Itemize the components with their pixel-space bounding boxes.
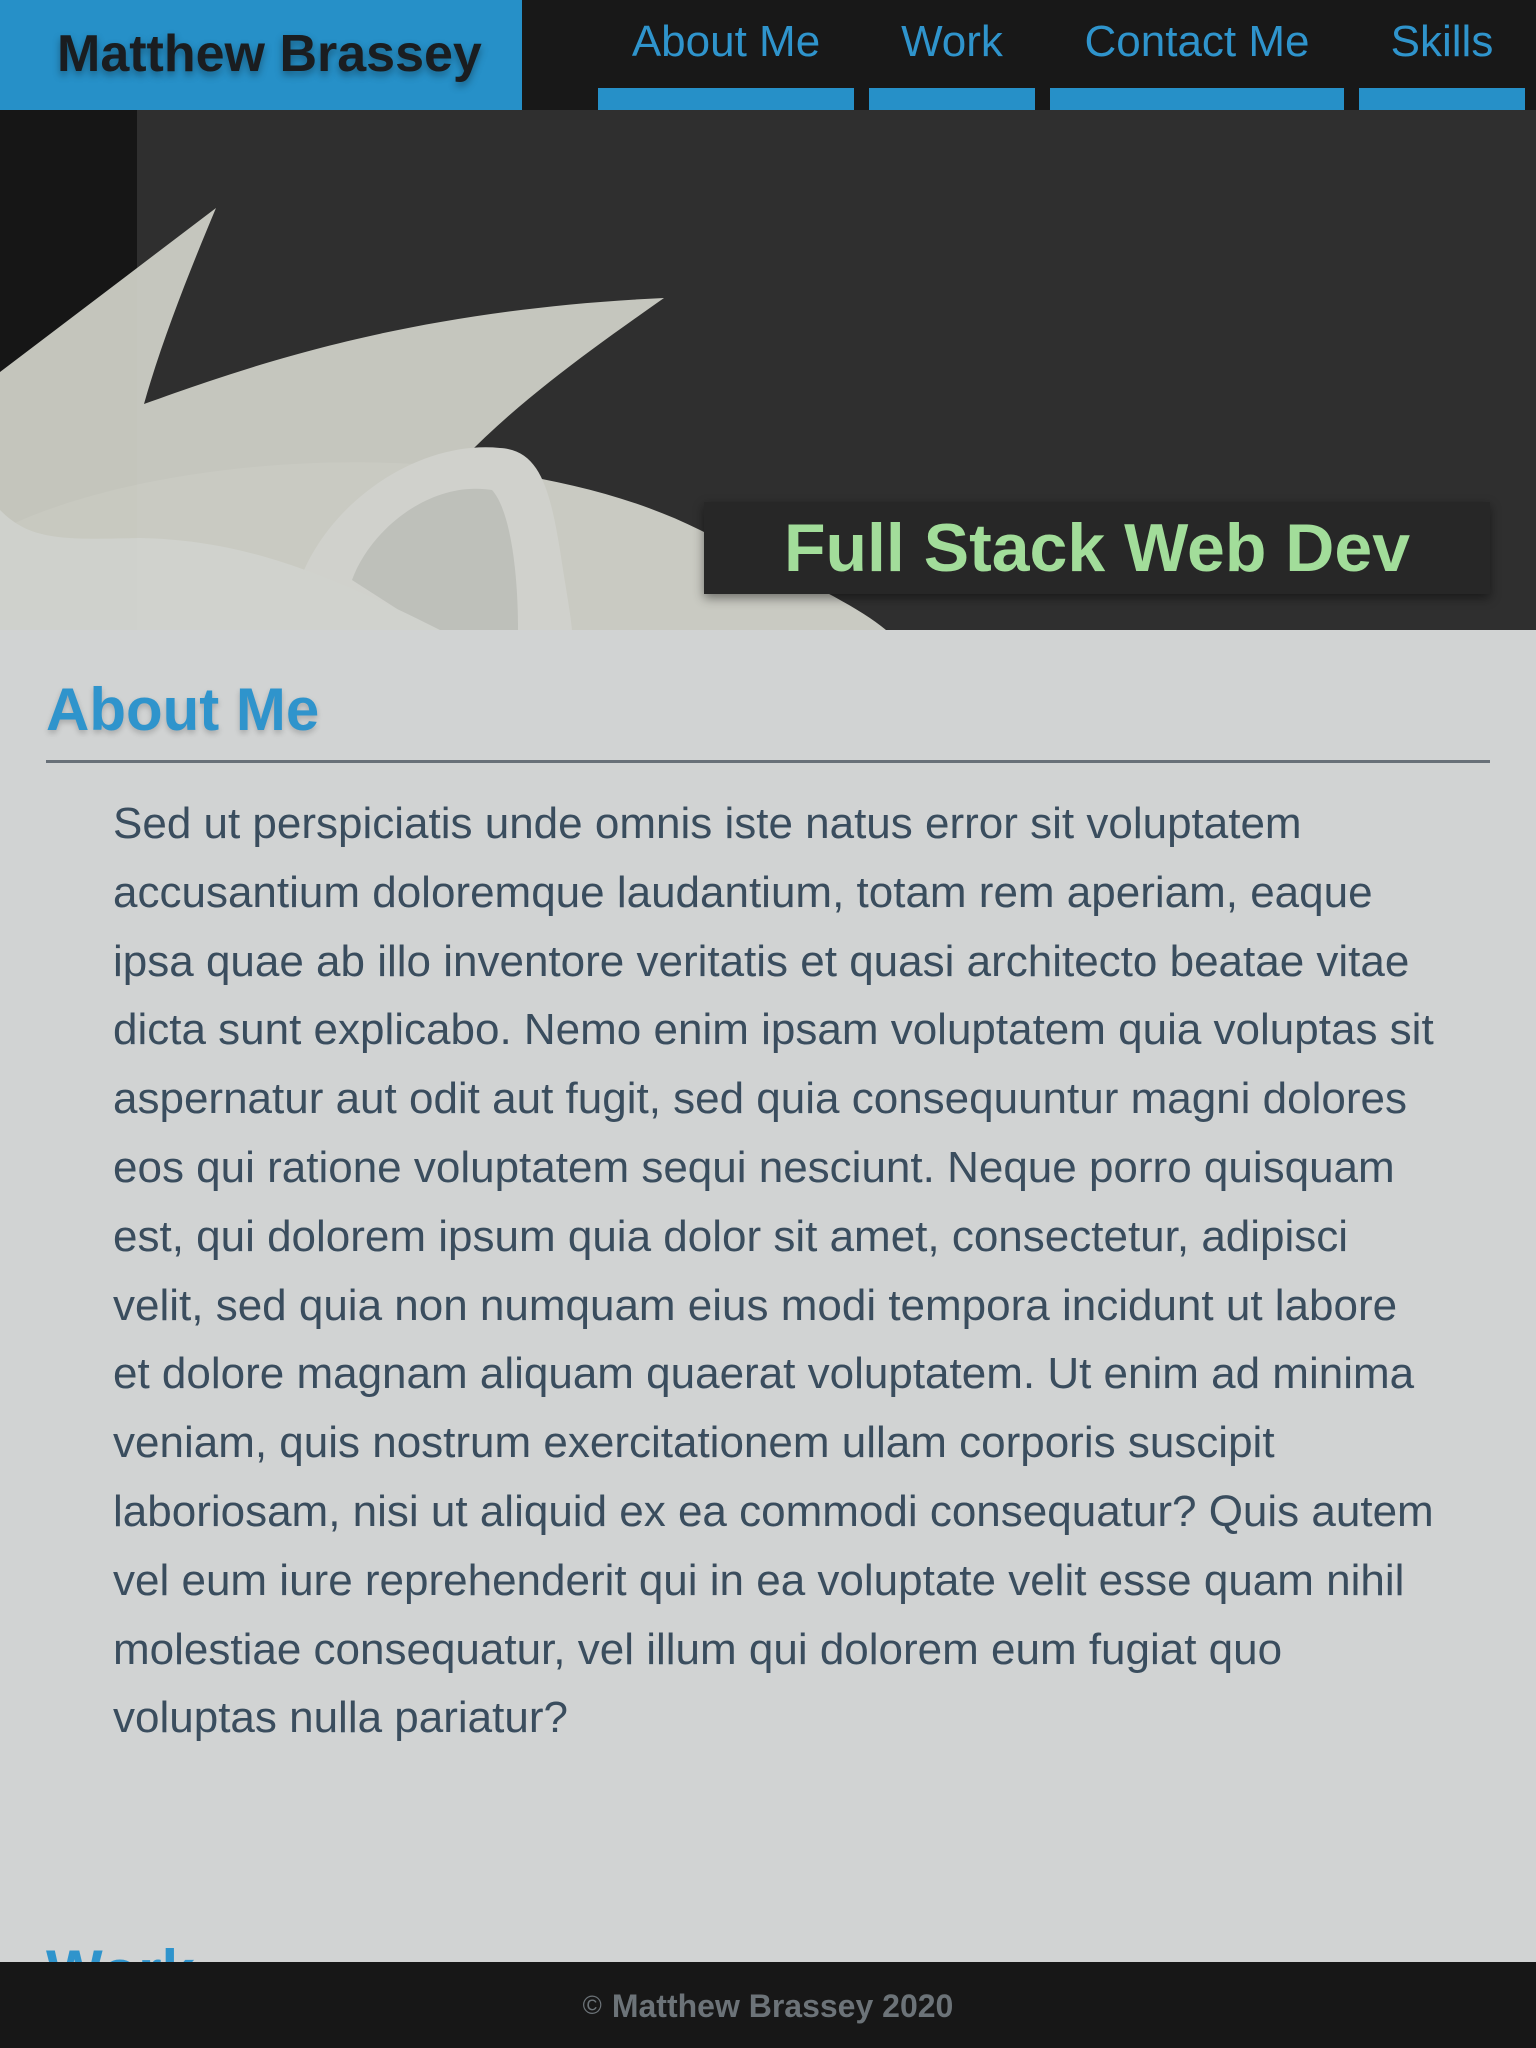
- footer-copyright: © Matthew Brassey 2020: [583, 1987, 954, 2027]
- about-body-text: Sed ut perspiciatis unde omnis iste natu…: [113, 799, 1434, 1743]
- nav-label: Contact Me: [1084, 17, 1310, 66]
- hero-tagline: Full Stack Web Dev: [783, 510, 1411, 586]
- nav-underline: [1359, 88, 1525, 110]
- nav-underline: [598, 88, 854, 110]
- hero-banner: Full Stack Web Dev: [0, 110, 1536, 630]
- about-section-title: About Me: [46, 676, 320, 743]
- footer-text: Matthew Brassey 2020: [611, 1988, 954, 2024]
- tagline-box: Full Stack Web Dev: [704, 502, 1490, 594]
- site-header: Matthew Brassey About Me Work Contact Me…: [0, 0, 1536, 110]
- copyright-icon: ©: [582, 1990, 602, 2020]
- nav-underline: [869, 88, 1035, 110]
- nav-label: Skills: [1390, 17, 1494, 66]
- brand-name[interactable]: Matthew Brassey: [57, 23, 482, 85]
- nav-item-contact-me[interactable]: Contact Me: [1050, 0, 1344, 110]
- nav-label: About Me: [631, 17, 821, 66]
- nav-item-about-me[interactable]: About Me: [598, 0, 854, 110]
- section-divider: [46, 760, 1490, 763]
- nav-item-skills[interactable]: Skills: [1359, 0, 1525, 110]
- site-footer: © Matthew Brassey 2020: [0, 1962, 1536, 2048]
- nav-item-work[interactable]: Work: [869, 0, 1035, 110]
- nav-underline: [1050, 88, 1344, 110]
- nav-label: Work: [901, 17, 1003, 66]
- brand-block[interactable]: Matthew Brassey: [0, 0, 522, 110]
